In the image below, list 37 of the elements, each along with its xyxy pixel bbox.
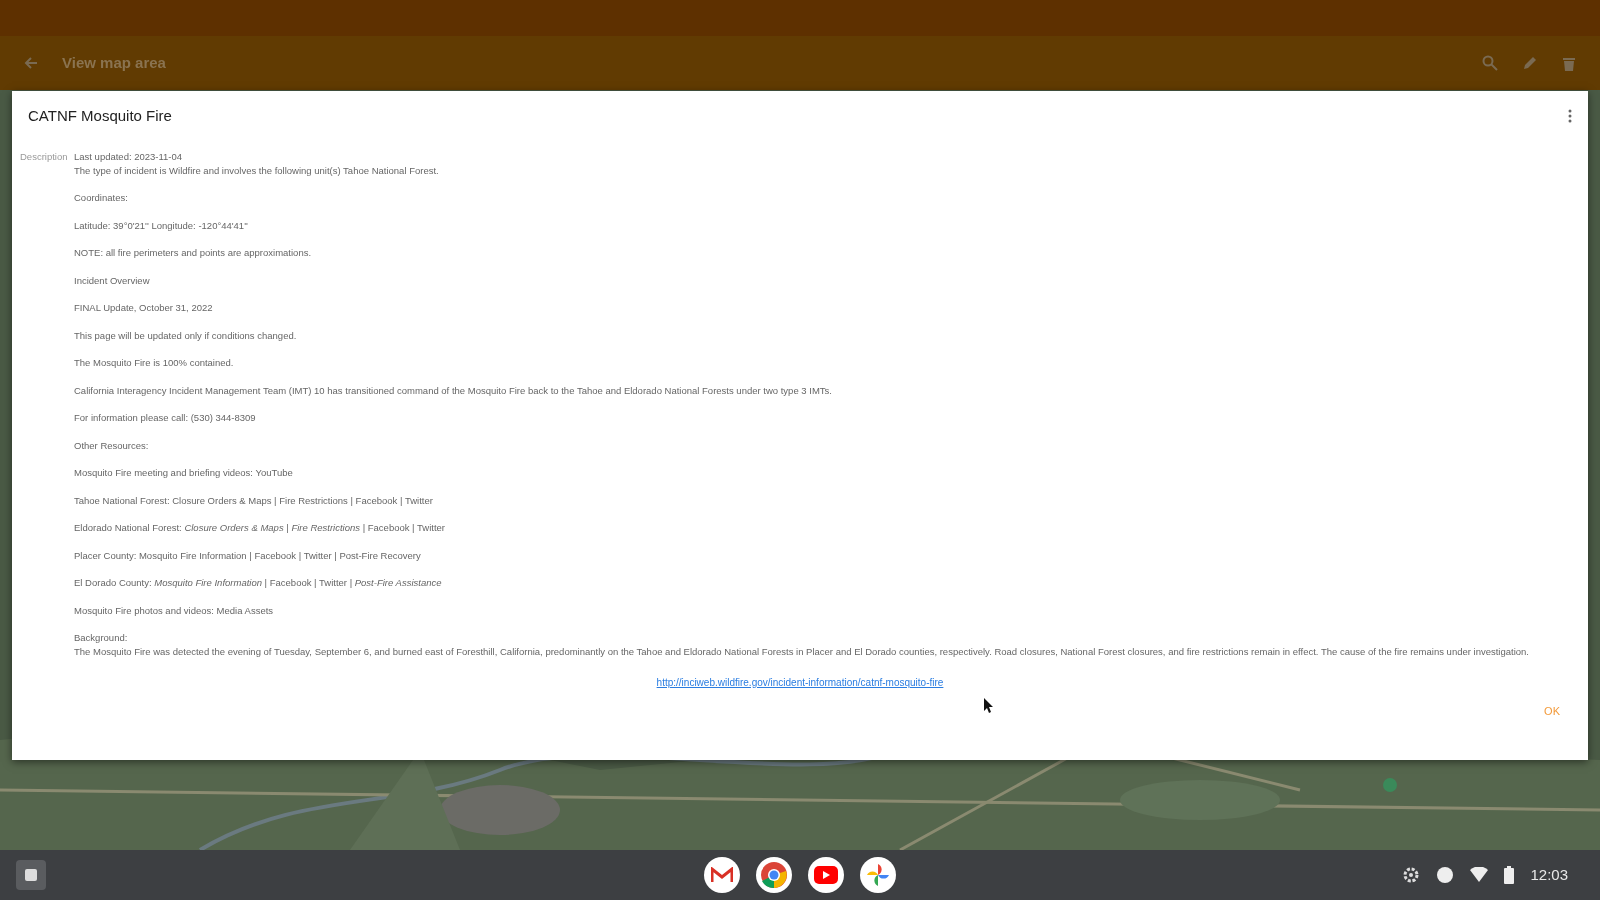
description-text: For information please call: (530) 344-8309 (74, 411, 257, 425)
description-text: California Interagency Incident Management Team (IMT) 10 has transitioned command of the Mosquito Fire back to the Tahoe and Eldorado National Forests under two type 3 IMTs. (74, 383, 833, 398)
battery-icon[interactable] (1504, 866, 1515, 884)
app-bar-title: View map area (62, 52, 167, 73)
description-text: Incident Overview (74, 273, 151, 288)
description-text: FINAL Update, October 31, 2022 (74, 301, 214, 315)
browser-app-icon[interactable] (756, 857, 792, 893)
description-text: El Dorado County: Mosquito Fire Information | Facebook | Twitter | Post-Fire Assistance (74, 576, 443, 590)
description-text: Coordinates: (74, 191, 129, 205)
description-text: The Mosquito Fire was detected the evening of Tuesday, September 6, and burned east of Foresthill, California, predominantly on the Tahoe and Eldorado National Forests in Placer and El Dorado counties, respectively. Road closures, National Forest closures, and fire restrictions remain in effect. The cause of the fire remains under investigation. (74, 645, 1530, 659)
wifi-icon[interactable] (1470, 867, 1489, 883)
more-options-icon[interactable] (1568, 109, 1572, 124)
dialog-title: CATNF Mosquito Fire (28, 106, 172, 126)
description-text: This page will be updated only if conditions changed. (74, 328, 298, 343)
cursor-icon (984, 697, 994, 713)
incident-link[interactable]: http://inciweb.wildfire.gov/incident-information/catnf-mosquito-fire (656, 674, 944, 690)
description-text: Latitude: 39°0'21'' Longitude: -120°44'41'' (74, 218, 249, 233)
description-text: Eldorado National Forest: Closure Orders & Maps | Fire Restrictions | Facebook | Twitter (74, 521, 447, 535)
description-label: Description (19, 149, 69, 164)
status-dot-icon[interactable] (1436, 866, 1455, 884)
description-text: NOTE: all fire perimeters and points are approximations. (74, 246, 313, 260)
mail-app-icon[interactable] (704, 857, 740, 893)
photos-app-icon[interactable] (860, 857, 896, 893)
description-text: The type of incident is Wildfire and involves the following unit(s) Tahoe National Forest. (74, 163, 440, 178)
ok-button[interactable]: OK (1538, 701, 1566, 720)
description-text: Other Resources: (74, 438, 150, 453)
description-text: Mosquito Fire meeting and briefing videos: YouTube (74, 466, 294, 480)
description-text: Mosquito Fire photos and videos: Media Assets (74, 603, 275, 618)
description-text: Last updated: 2023-11-04 (74, 149, 184, 164)
description-text: Placer County: Mosquito Fire Information | Facebook | Twitter | Post-Fire Recovery (74, 548, 422, 563)
description-text: The Mosquito Fire is 100% contained. (74, 356, 235, 370)
video-app-icon[interactable] (808, 857, 844, 893)
description-text: Background: (74, 631, 129, 645)
launcher-icon[interactable] (16, 860, 46, 890)
gear-icon[interactable] (1402, 866, 1421, 884)
description-text: Tahoe National Forest: Closure Orders & Maps | Fire Restrictions | Facebook | Twitter (74, 493, 434, 508)
clock-time: 12:03 (1530, 864, 1568, 885)
